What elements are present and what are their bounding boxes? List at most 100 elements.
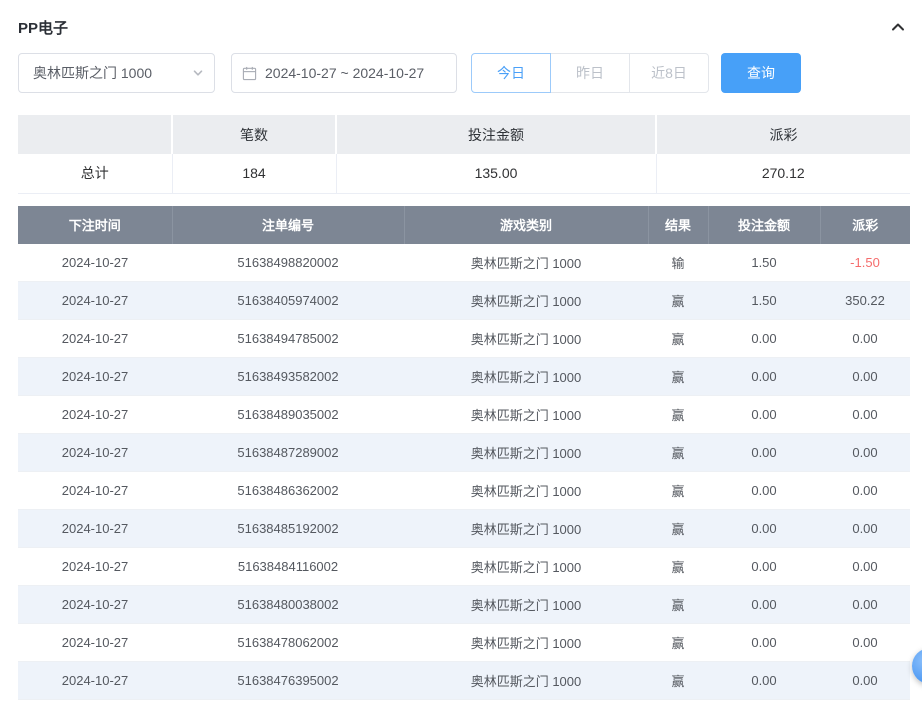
- cell-result: 赢: [648, 396, 708, 434]
- cell-id: 51638493582002: [172, 358, 404, 396]
- cell-result: 赢: [648, 320, 708, 358]
- table-row: 2024-10-2751638493582002奥林匹斯之门 1000赢0.00…: [18, 358, 910, 396]
- summary-total-payout: 270.12: [656, 154, 910, 193]
- summary-total-row: 总计 184 135.00 270.12: [18, 154, 910, 193]
- cell-id: 51638489035002: [172, 396, 404, 434]
- summary-header-payout: 派彩: [656, 115, 910, 154]
- date-range-input[interactable]: 2024-10-27 ~ 2024-10-27: [231, 53, 457, 93]
- cell-time: 2024-10-27: [18, 662, 172, 700]
- summary-header-row: 笔数 投注金额 派彩: [18, 115, 910, 154]
- game-select[interactable]: 奥林匹斯之门 1000: [18, 53, 215, 93]
- cell-game: 奥林匹斯之门 1000: [404, 548, 648, 586]
- cell-payout: 0.00: [820, 510, 910, 548]
- bet-table-header-row: 下注时间 注单编号 游戏类别 结果 投注金额 派彩: [18, 206, 910, 244]
- page-title: PP电子: [18, 17, 68, 38]
- calendar-icon: [242, 66, 257, 81]
- bet-header-id: 注单编号: [172, 206, 404, 244]
- game-select-value: 奥林匹斯之门 1000: [33, 63, 152, 83]
- summary-total-label: 总计: [18, 154, 172, 193]
- cell-game: 奥林匹斯之门 1000: [404, 282, 648, 320]
- cell-game: 奥林匹斯之门 1000: [404, 358, 648, 396]
- cell-id: 51638480038002: [172, 586, 404, 624]
- cell-id: 51638485192002: [172, 510, 404, 548]
- cell-payout: 0.00: [820, 396, 910, 434]
- cell-time: 2024-10-27: [18, 434, 172, 472]
- cell-result: 赢: [648, 548, 708, 586]
- cell-payout: 0.00: [820, 358, 910, 396]
- bet-header-result: 结果: [648, 206, 708, 244]
- summary-total-bet-amount: 135.00: [336, 154, 656, 193]
- cell-time: 2024-10-27: [18, 510, 172, 548]
- cell-payout: 0.00: [820, 434, 910, 472]
- cell-payout: 0.00: [820, 548, 910, 586]
- search-button[interactable]: 查询: [721, 53, 801, 93]
- summary-table: 笔数 投注金额 派彩 总计 184 135.00 270.12: [18, 115, 910, 194]
- cell-payout: 0.00: [820, 624, 910, 662]
- pp-electronic-panel: PP电子 奥林匹斯之门 1000 2024-10-27 ~ 2024-10-27…: [0, 0, 922, 700]
- cell-game: 奥林匹斯之门 1000: [404, 434, 648, 472]
- table-row: 2024-10-2751638484116002奥林匹斯之门 1000赢0.00…: [18, 548, 910, 586]
- cell-game: 奥林匹斯之门 1000: [404, 624, 648, 662]
- cell-game: 奥林匹斯之门 1000: [404, 472, 648, 510]
- cell-time: 2024-10-27: [18, 396, 172, 434]
- cell-bet: 0.00: [708, 358, 820, 396]
- cell-bet: 0.00: [708, 624, 820, 662]
- cell-result: 赢: [648, 662, 708, 700]
- cell-game: 奥林匹斯之门 1000: [404, 510, 648, 548]
- date-range-value: 2024-10-27 ~ 2024-10-27: [265, 65, 424, 81]
- cell-bet: 0.00: [708, 396, 820, 434]
- cell-payout: -1.50: [820, 244, 910, 282]
- cell-game: 奥林匹斯之门 1000: [404, 586, 648, 624]
- cell-id: 51638494785002: [172, 320, 404, 358]
- cell-time: 2024-10-27: [18, 586, 172, 624]
- cell-id: 51638405974002: [172, 282, 404, 320]
- table-row: 2024-10-2751638480038002奥林匹斯之门 1000赢0.00…: [18, 586, 910, 624]
- table-row: 2024-10-2751638487289002奥林匹斯之门 1000赢0.00…: [18, 434, 910, 472]
- table-row: 2024-10-2751638489035002奥林匹斯之门 1000赢0.00…: [18, 396, 910, 434]
- quick-button-last8days[interactable]: 近8日: [629, 53, 709, 93]
- bet-header-payout: 派彩: [820, 206, 910, 244]
- cell-bet: 0.00: [708, 662, 820, 700]
- cell-bet: 0.00: [708, 320, 820, 358]
- cell-time: 2024-10-27: [18, 548, 172, 586]
- cell-time: 2024-10-27: [18, 244, 172, 282]
- cell-result: 赢: [648, 586, 708, 624]
- cell-bet: 0.00: [708, 548, 820, 586]
- quick-button-yesterday[interactable]: 昨日: [550, 53, 630, 93]
- cell-payout: 0.00: [820, 586, 910, 624]
- table-row: 2024-10-2751638478062002奥林匹斯之门 1000赢0.00…: [18, 624, 910, 662]
- cell-id: 51638487289002: [172, 434, 404, 472]
- summary-header-count: 笔数: [172, 115, 336, 154]
- quick-range-button-group: 今日 昨日 近8日: [471, 53, 709, 93]
- bet-table: 下注时间 注单编号 游戏类别 结果 投注金额 派彩 2024-10-275163…: [18, 206, 910, 701]
- filter-bar: 奥林匹斯之门 1000 2024-10-27 ~ 2024-10-27 今日 昨…: [18, 53, 910, 93]
- cell-id: 51638478062002: [172, 624, 404, 662]
- cell-result: 输: [648, 244, 708, 282]
- cell-id: 51638498820002: [172, 244, 404, 282]
- quick-button-today[interactable]: 今日: [471, 53, 551, 93]
- chevron-up-icon: [890, 19, 906, 35]
- table-row: 2024-10-2751638405974002奥林匹斯之门 1000赢1.50…: [18, 282, 910, 320]
- cell-game: 奥林匹斯之门 1000: [404, 396, 648, 434]
- table-row: 2024-10-2751638476395002奥林匹斯之门 1000赢0.00…: [18, 662, 910, 700]
- panel-header: PP电子: [18, 14, 910, 40]
- cell-bet: 0.00: [708, 510, 820, 548]
- cell-bet: 1.50: [708, 282, 820, 320]
- cell-bet: 0.00: [708, 586, 820, 624]
- cell-id: 51638476395002: [172, 662, 404, 700]
- bet-header-game: 游戏类别: [404, 206, 648, 244]
- cell-result: 赢: [648, 624, 708, 662]
- collapse-button[interactable]: [886, 17, 910, 37]
- cell-payout: 0.00: [820, 662, 910, 700]
- bet-header-bet-amount: 投注金额: [708, 206, 820, 244]
- cell-bet: 0.00: [708, 434, 820, 472]
- cell-payout: 0.00: [820, 320, 910, 358]
- cell-bet: 1.50: [708, 244, 820, 282]
- summary-total-count: 184: [172, 154, 336, 193]
- cell-game: 奥林匹斯之门 1000: [404, 320, 648, 358]
- cell-payout: 0.00: [820, 472, 910, 510]
- bet-header-time: 下注时间: [18, 206, 172, 244]
- table-row: 2024-10-2751638485192002奥林匹斯之门 1000赢0.00…: [18, 510, 910, 548]
- cell-time: 2024-10-27: [18, 624, 172, 662]
- cell-result: 赢: [648, 434, 708, 472]
